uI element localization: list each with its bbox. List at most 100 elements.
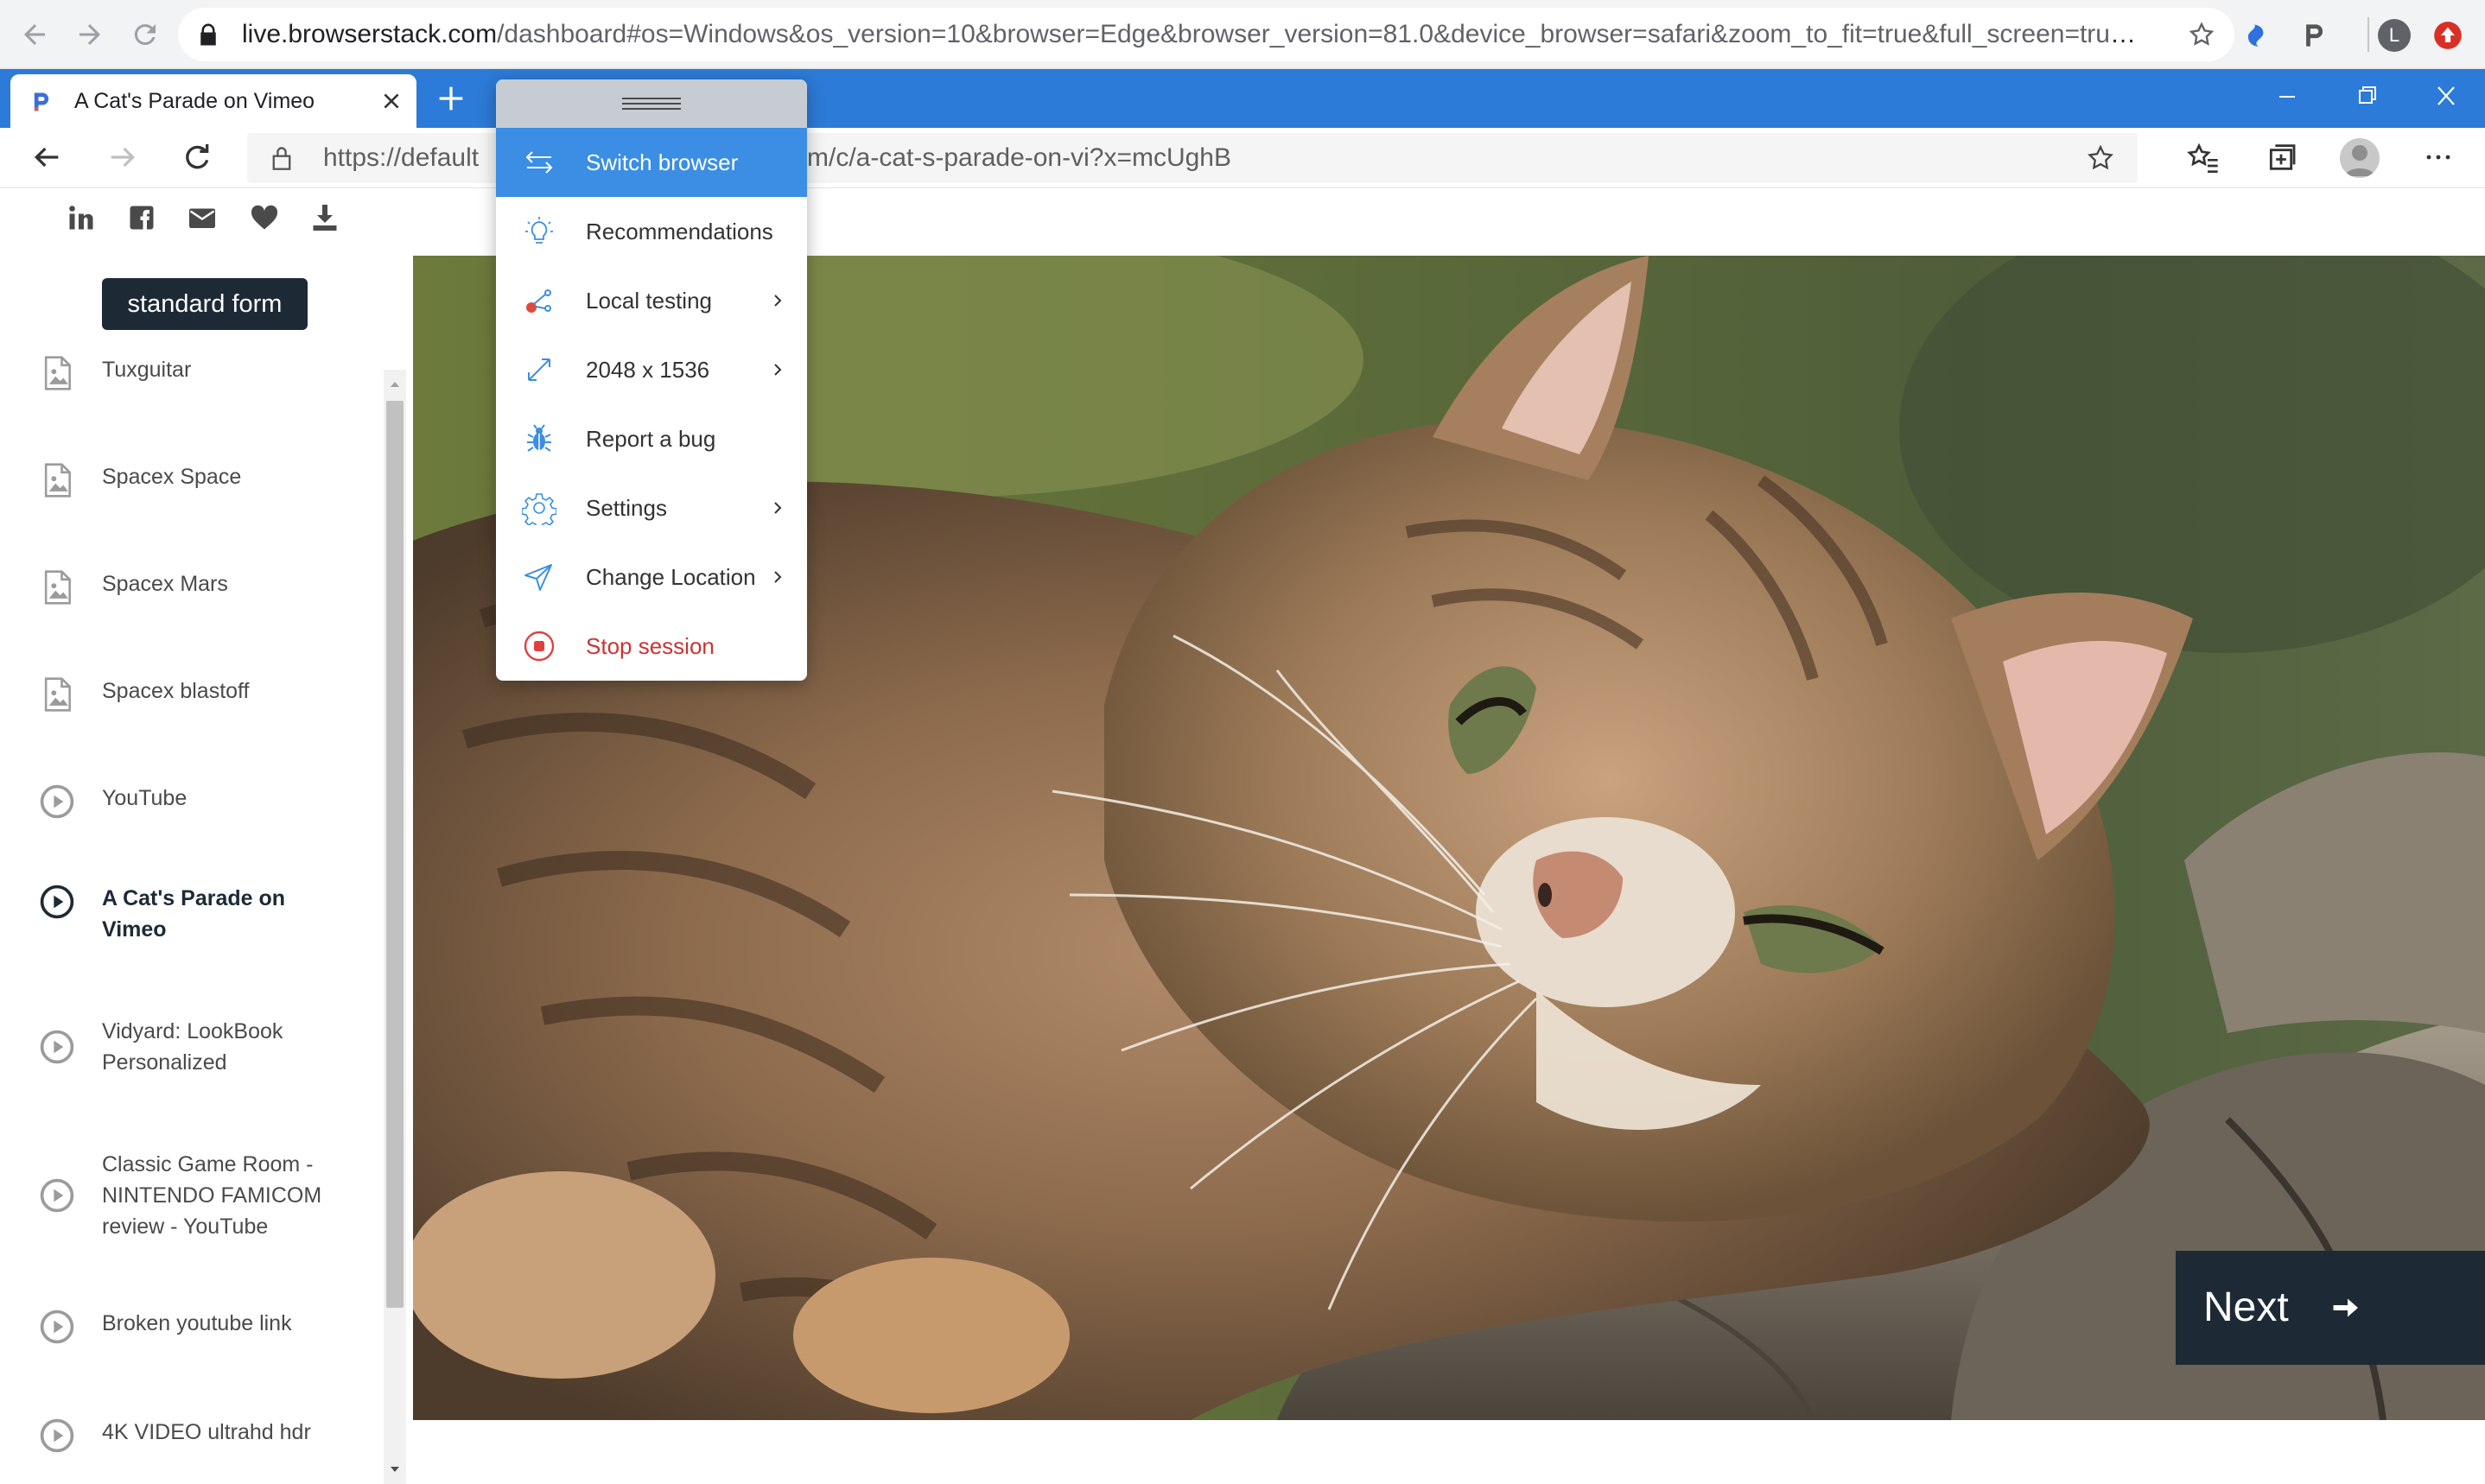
sidebar-item-label: Vidyard: LookBook Personalized [102,1019,283,1075]
image-icon [38,568,76,606]
sidebar-item-label: Spacex Space [102,465,242,489]
close-window-icon[interactable] [2425,78,2468,116]
forward-icon[interactable] [74,19,105,50]
edge-toolbar: https://default m/c/a-cat-s-parade-on-vi… [0,128,2485,188]
menu-item[interactable]: 2048 x 1536 [496,335,807,404]
chevron-right-icon [767,359,788,380]
close-tab-icon[interactable] [380,90,403,112]
email-icon[interactable] [187,202,218,233]
sidebar-item[interactable]: Spacex blastoff [0,675,380,713]
url-path: /dashboard#os=Windows&os_version=10&brow… [497,20,2143,48]
linkedin-icon[interactable] [66,202,97,233]
switch-icon [522,145,556,180]
play-icon [38,1417,76,1455]
tab-cats-parade[interactable]: A Cat's Parade on Vimeo [10,74,416,128]
sidebar-item-label: Tuxguitar [102,358,192,382]
tab-title: A Cat's Parade on Vimeo [74,89,315,113]
resize-icon [522,352,556,387]
sidebar-item[interactable]: A Cat's Parade on Vimeo [0,883,380,942]
menu-item-label: Local testing [586,288,712,314]
chevron-right-icon [767,290,788,311]
bookmark-star-icon[interactable] [2188,21,2215,48]
menu-item[interactable]: Report a bug [496,404,807,473]
sidebar-item[interactable]: Vidyard: LookBook Personalized [0,1016,380,1078]
scroll-thumb[interactable] [386,401,404,1308]
menu-item-label: Change Location [586,564,756,590]
scroll-up-icon[interactable] [384,373,406,396]
menu-item-label: Settings [586,495,667,521]
standard-form-button[interactable]: standard form [102,278,308,330]
extension-icon[interactable] [2241,19,2274,52]
gear-icon [522,491,556,525]
chrome-toolbar: live.browserstack.com/dashboard#os=Windo… [0,0,2485,69]
play-icon [38,1028,76,1066]
favorites-icon[interactable] [2186,140,2221,174]
sidebar-item[interactable]: Tuxguitar [0,354,380,392]
menu-item[interactable]: Recommendations [496,197,807,266]
edge-url-prefix: https://default [323,143,480,172]
lightbulb-icon [522,214,556,249]
reload-icon[interactable] [130,19,161,50]
next-button[interactable]: Next [2176,1251,2485,1365]
sidebar-item-label: A Cat's Parade on Vimeo [102,886,286,942]
chevron-right-icon [767,567,788,587]
extension-icon[interactable] [2297,19,2329,52]
update-icon[interactable] [2431,19,2464,52]
vimeo-favicon-icon [29,90,54,114]
sidebar-item-label: YouTube [102,786,187,810]
restore-icon[interactable] [2345,78,2388,116]
stop-icon [522,629,556,663]
toolbar-divider [2367,17,2369,52]
collections-icon[interactable] [2264,140,2298,174]
sidebar-item[interactable]: 4K VIDEO ultrahd hdr [0,1417,380,1455]
menu-item-label: Report a bug [586,426,716,452]
menu-item[interactable]: Local testing [496,266,807,335]
sidebar-scrollbar[interactable] [384,370,406,1484]
menu-item-label: 2048 x 1536 [586,357,710,383]
lock-icon [195,22,221,48]
sidebar-item[interactable]: Spacex Mars [0,568,380,606]
image-icon [38,461,76,499]
menu-item-label: Stop session [586,633,715,659]
edge-reload-icon[interactable] [180,140,214,174]
location-icon [522,560,556,594]
sidebar-item-label: 4K VIDEO ultrahd hdr [102,1420,311,1444]
scroll-down-icon[interactable] [384,1458,406,1481]
edge-profile-avatar[interactable] [2340,138,2380,178]
menu-item[interactable]: Switch browser [496,128,807,197]
menu-item[interactable]: Stop session [496,612,807,681]
sidebar: standard form Tuxguitar Spacex Space Space… [0,188,413,1484]
local-testing-icon [522,283,556,318]
sidebar-item[interactable]: YouTube [0,783,380,821]
sidebar-item-label: Spacex blastoff [102,679,250,703]
add-favorite-icon[interactable] [2086,143,2115,173]
minimize-icon[interactable] [2266,78,2309,116]
menu-item[interactable]: Settings [496,473,807,542]
download-icon[interactable] [309,202,340,233]
edge-forward-icon[interactable] [105,140,140,174]
url-domain: live.browserstack.com [242,20,498,48]
heart-icon[interactable] [249,202,280,233]
arrow-right-icon [2329,1292,2361,1323]
image-icon [38,354,76,392]
profile-avatar[interactable]: L [2378,19,2411,52]
menu-item-label: Switch browser [586,149,739,175]
chrome-address-bar[interactable]: live.browserstack.com/dashboard#os=Windo… [178,8,2234,61]
next-label: Next [2203,1284,2289,1330]
play-icon [38,883,76,921]
menu-item[interactable]: Change Location [496,542,807,612]
facebook-icon[interactable] [126,202,157,233]
new-tab-icon[interactable] [434,81,468,116]
grip-icon [622,95,681,112]
edge-titlebar: A Cat's Parade on Vimeo [0,69,2485,128]
menu-drag-handle[interactable] [496,79,807,128]
play-icon [38,1308,76,1346]
edge-back-icon[interactable] [29,140,64,174]
sidebar-item-label: Classic Game Room - NINTENDO FAMICOM rev… [102,1152,322,1239]
browserstack-menu: Switch browser Recommendations Local testi… [496,79,807,681]
sidebar-item[interactable]: Spacex Space [0,461,380,499]
sidebar-item[interactable]: Broken youtube link [0,1308,380,1346]
back-icon[interactable] [19,19,50,50]
more-options-icon[interactable] [2421,140,2456,174]
sidebar-item[interactable]: Classic Game Room - NINTENDO FAMICOM rev… [0,1149,380,1242]
